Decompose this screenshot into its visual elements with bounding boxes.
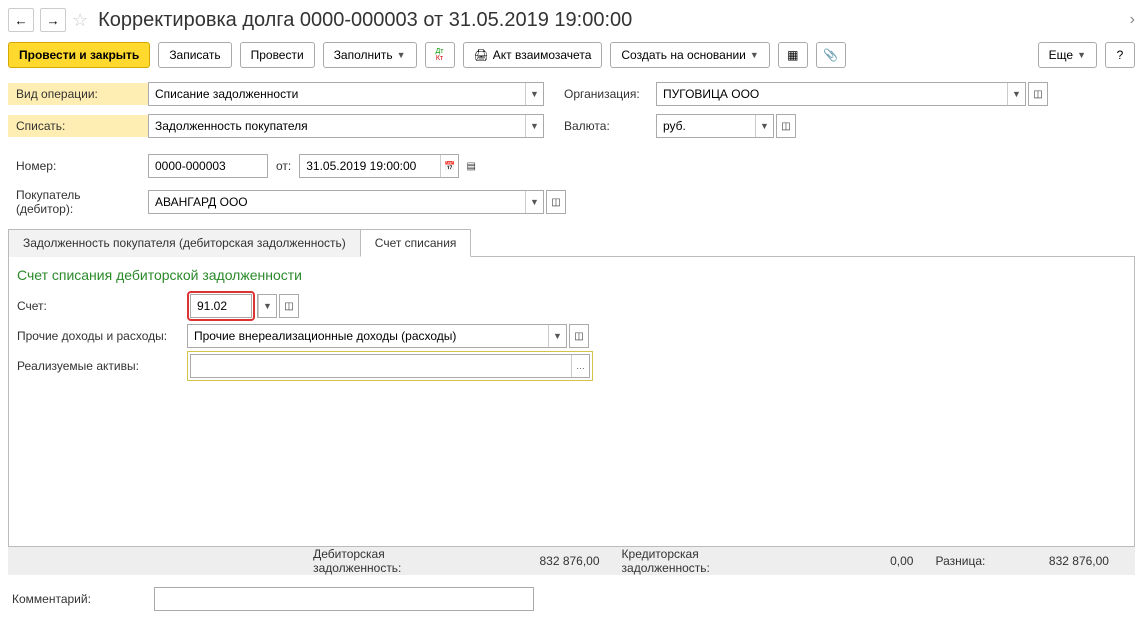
- chevron-down-icon: ▼: [1077, 50, 1086, 60]
- write-off-input[interactable]: [149, 115, 525, 137]
- post-and-close-button[interactable]: Провести и закрыть: [8, 42, 150, 68]
- structure-icon: ▦: [787, 48, 798, 62]
- open-external-icon[interactable]: ◫: [279, 294, 299, 318]
- currency-label: Валюта:: [564, 119, 656, 133]
- open-external-icon[interactable]: ◫: [776, 114, 796, 138]
- summary-bar: Дебиторская задолженность: 832 876,00 Кр…: [8, 547, 1135, 575]
- creditor-value: 0,00: [804, 554, 914, 568]
- op-type-input[interactable]: [149, 83, 525, 105]
- back-button[interactable]: ←: [8, 8, 34, 32]
- fill-button[interactable]: Заполнить ▼: [323, 42, 417, 68]
- dropdown-icon[interactable]: ▼: [755, 115, 773, 137]
- post-button[interactable]: Провести: [240, 42, 315, 68]
- account-highlight: [187, 291, 255, 321]
- print-icon: 🖨: [474, 48, 489, 62]
- dropdown-icon[interactable]: ▼: [548, 325, 566, 347]
- comment-label: Комментарий:: [8, 592, 148, 606]
- diff-value: 832 876,00: [999, 554, 1109, 568]
- act-label: Акт взаимозачета: [493, 48, 592, 62]
- panel-title: Счет списания дебиторской задолженности: [17, 267, 1126, 283]
- date-input[interactable]: [300, 155, 440, 177]
- buyer-label: Покупатель (дебитор):: [8, 184, 148, 220]
- buyer-input[interactable]: [149, 191, 525, 213]
- assets-label: Реализуемые активы:: [17, 359, 187, 373]
- act-button[interactable]: 🖨 Акт взаимозачета: [463, 42, 603, 68]
- open-external-icon[interactable]: ◫: [546, 190, 566, 214]
- write-off-label: Списать:: [8, 115, 148, 137]
- account-input[interactable]: [191, 295, 251, 317]
- dropdown-icon[interactable]: ▼: [525, 115, 543, 137]
- chevron-down-icon: ▼: [750, 50, 759, 60]
- account-label: Счет:: [17, 299, 187, 313]
- from-label: от:: [276, 159, 291, 173]
- tab-panel: Счет списания дебиторской задолженности …: [8, 257, 1135, 547]
- number-input[interactable]: [149, 155, 267, 177]
- more-label: Еще: [1049, 48, 1073, 62]
- favorite-star-icon[interactable]: ☆: [72, 10, 88, 31]
- open-external-icon[interactable]: ◫: [569, 324, 589, 348]
- dropdown-icon[interactable]: ▼: [525, 83, 543, 105]
- op-type-label: Вид операции:: [8, 83, 148, 105]
- fill-label: Заполнить: [334, 48, 393, 62]
- more-button[interactable]: Еще ▼: [1038, 42, 1097, 68]
- dropdown-icon[interactable]: ▼: [258, 295, 276, 317]
- chevron-down-icon: ▼: [397, 50, 406, 60]
- diff-label: Разница:: [935, 554, 985, 568]
- create-based-button[interactable]: Создать на основании ▼: [610, 42, 769, 68]
- other-income-label: Прочие доходы и расходы:: [17, 329, 187, 343]
- assets-input[interactable]: [191, 355, 571, 377]
- tabs: Задолженность покупателя (дебиторская за…: [8, 228, 1135, 257]
- other-income-input[interactable]: [188, 325, 548, 347]
- number-label: Номер:: [8, 155, 148, 177]
- create-based-label: Создать на основании: [621, 48, 746, 62]
- tab-debt[interactable]: Задолженность покупателя (дебиторская за…: [8, 229, 361, 257]
- dropdown-icon[interactable]: ▼: [525, 191, 543, 213]
- currency-input[interactable]: [657, 115, 755, 137]
- calendar-icon[interactable]: 📅: [440, 155, 458, 177]
- dt-kt-icon: ДтКт: [436, 48, 444, 62]
- dropdown-icon[interactable]: ▼: [1007, 83, 1025, 105]
- ellipsis-icon[interactable]: …: [571, 355, 589, 377]
- paperclip-icon: 📎: [823, 48, 838, 62]
- save-button[interactable]: Записать: [158, 42, 231, 68]
- debtor-label: Дебиторская задолженность:: [313, 547, 476, 575]
- attach-button[interactable]: 📎: [816, 42, 846, 68]
- close-arrow-icon[interactable]: ›: [1130, 11, 1135, 29]
- dt-kt-button[interactable]: ДтКт: [425, 42, 455, 68]
- toolbar: Провести и закрыть Записать Провести Зап…: [8, 36, 1135, 80]
- tab-writeoff-account[interactable]: Счет списания: [360, 229, 472, 257]
- page-title: Корректировка долга 0000-000003 от 31.05…: [98, 9, 632, 32]
- assets-highlight: …: [187, 351, 593, 381]
- comment-input[interactable]: [154, 587, 534, 611]
- open-external-icon[interactable]: ◫: [1028, 82, 1048, 106]
- structure-button[interactable]: ▦: [778, 42, 808, 68]
- forward-button[interactable]: →: [40, 8, 66, 32]
- org-label: Организация:: [564, 87, 656, 101]
- debtor-value: 832 876,00: [490, 554, 600, 568]
- datetime-extra-icon[interactable]: ▤: [461, 154, 481, 178]
- help-button[interactable]: ?: [1105, 42, 1135, 68]
- creditor-label: Кредиторская задолженность:: [622, 547, 790, 575]
- org-input[interactable]: [657, 83, 1007, 105]
